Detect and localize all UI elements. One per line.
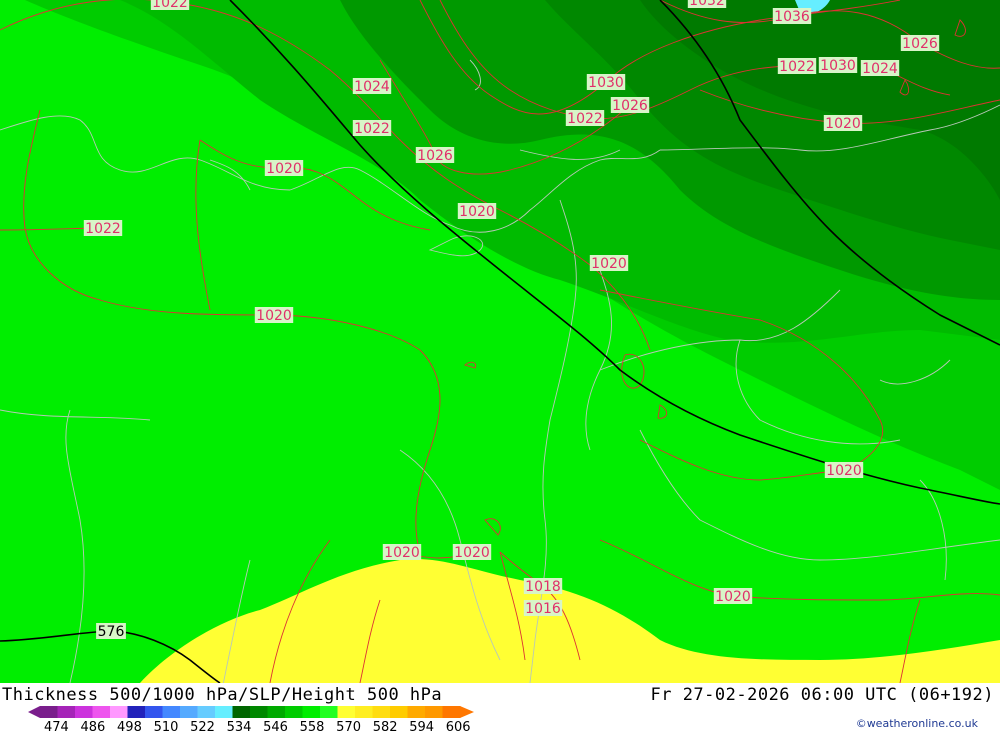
legend-value: 546 [263,720,288,733]
isobar-label-text: 1020 [825,116,861,132]
isobar-label-text: 576 [98,624,125,640]
isobar-label: 1022 [83,220,123,237]
isobar-label: 1018 [523,578,563,595]
legend-value: 582 [373,720,398,733]
isobar-label: 1030 [818,57,858,74]
isobar-label-text: 1016 [525,601,561,617]
credit-text: ©weatheronline.co.uk [855,717,978,730]
isobar-label: 1020 [823,115,863,132]
legend-swatch [390,706,408,718]
isobar-label: 1026 [900,35,940,52]
legend-swatch [407,706,426,718]
legend-swatch [425,706,443,718]
isobar-label-text: 1022 [85,221,121,237]
isobar-label-text: 1020 [454,545,490,561]
chart-title: Thickness 500/1000 hPa/SLP/Height 500 hP… [2,685,443,705]
legend-value: 534 [227,720,252,733]
isobar-label-text: 1024 [354,79,390,95]
isobar-label: 1020 [382,544,422,561]
isobar-label-text: 1020 [384,545,420,561]
legend-value: 570 [336,720,361,733]
legend-arrow-right [460,706,474,718]
isobar-label: 1026 [415,147,455,164]
isobar-label-text: 1018 [525,579,561,595]
legend-swatch [267,706,286,718]
isobar-label: 1036 [772,8,812,25]
legend-swatch [302,706,321,718]
legend-arrow-left [28,706,40,718]
legend-swatch [250,706,268,718]
isobar-label-text: 1022 [567,111,603,127]
isobar-label-text: 1020 [266,161,302,177]
legend-value: 498 [117,720,142,733]
isobar-label-text: 1026 [612,98,648,114]
isobar-label: 1020 [713,588,753,605]
isobar-label-text: 1036 [774,9,810,25]
legend-value: 558 [300,720,325,733]
legend-swatch [215,706,233,718]
legend-swatch [40,706,58,718]
isobar-label: 1020 [589,255,629,272]
legend-swatch [127,706,146,718]
legend-swatch [232,706,251,718]
legend-swatch [162,706,181,718]
legend-value: 510 [154,720,179,733]
isobar-label-text: 1022 [354,121,390,137]
legend-swatch [110,706,128,718]
isobar-label-text: 1020 [256,308,292,324]
isobar-label: 1020 [254,307,294,324]
isobar-label: 1032 [687,0,727,9]
isobar-label: 1030 [586,74,626,91]
chart-footer: Thickness 500/1000 hPa/SLP/Height 500 hP… [0,683,1000,733]
isobar-label-text: 1022 [779,59,815,75]
legend-swatch [372,706,391,718]
isobar-label: 1020 [457,203,497,220]
legend-swatch [57,706,76,718]
isobar-label-text: 1026 [902,36,938,52]
map-area: 1022 1032 1036 1026 1022 1030 1024 1030 1026 1022… [0,0,1000,683]
color-scale-legend: 474 486 498 510 522 534 546 558 570 582 594 606 [28,706,474,733]
isobar-label-text: 1026 [417,148,453,164]
isobar-label: 1022 [777,58,817,75]
isobar-label-text: 1024 [862,61,898,77]
isobar-label: 576 [96,623,126,640]
isobar-label-text: 1030 [588,75,624,91]
legend-swatch [355,706,373,718]
legend-value: 606 [446,720,471,733]
legend-swatch [180,706,198,718]
isobar-label: 1024 [352,78,392,95]
legend-swatch [197,706,216,718]
isobar-label-text: 1022 [152,0,188,11]
legend-swatch [337,706,356,718]
isobar-label: 1026 [610,97,650,114]
isobar-label-text: 1020 [826,463,862,479]
isobar-label: 1020 [824,462,864,479]
legend-value: 474 [44,720,69,733]
legend-swatch [145,706,163,718]
isobar-label: 1022 [352,120,392,137]
weather-chart: 1022 1032 1036 1026 1022 1030 1024 1030 1026 1022… [0,0,1000,733]
isobar-label: 1020 [452,544,492,561]
isobar-label-text: 1032 [689,0,725,9]
legend-value: 522 [190,720,215,733]
isobar-label-text: 1020 [591,256,627,272]
isobar-label-text: 1020 [715,589,751,605]
legend-swatch [320,706,338,718]
chart-valid-time: Fr 27-02-2026 06:00 UTC (06+192) [650,685,994,705]
legend-swatch [285,706,303,718]
legend-value: 486 [81,720,106,733]
isobar-label-text: 1030 [820,58,856,74]
isobar-label: 1022 [150,0,190,11]
isobar-label: 1020 [264,160,304,177]
legend-value: 594 [409,720,434,733]
legend-swatch [92,706,111,718]
legend-swatch [442,706,461,718]
legend-swatch [75,706,93,718]
isobar-label: 1022 [565,110,605,127]
isobar-label: 1024 [860,60,900,77]
isobar-label-text: 1020 [459,204,495,220]
isobar-label: 1016 [523,600,563,617]
